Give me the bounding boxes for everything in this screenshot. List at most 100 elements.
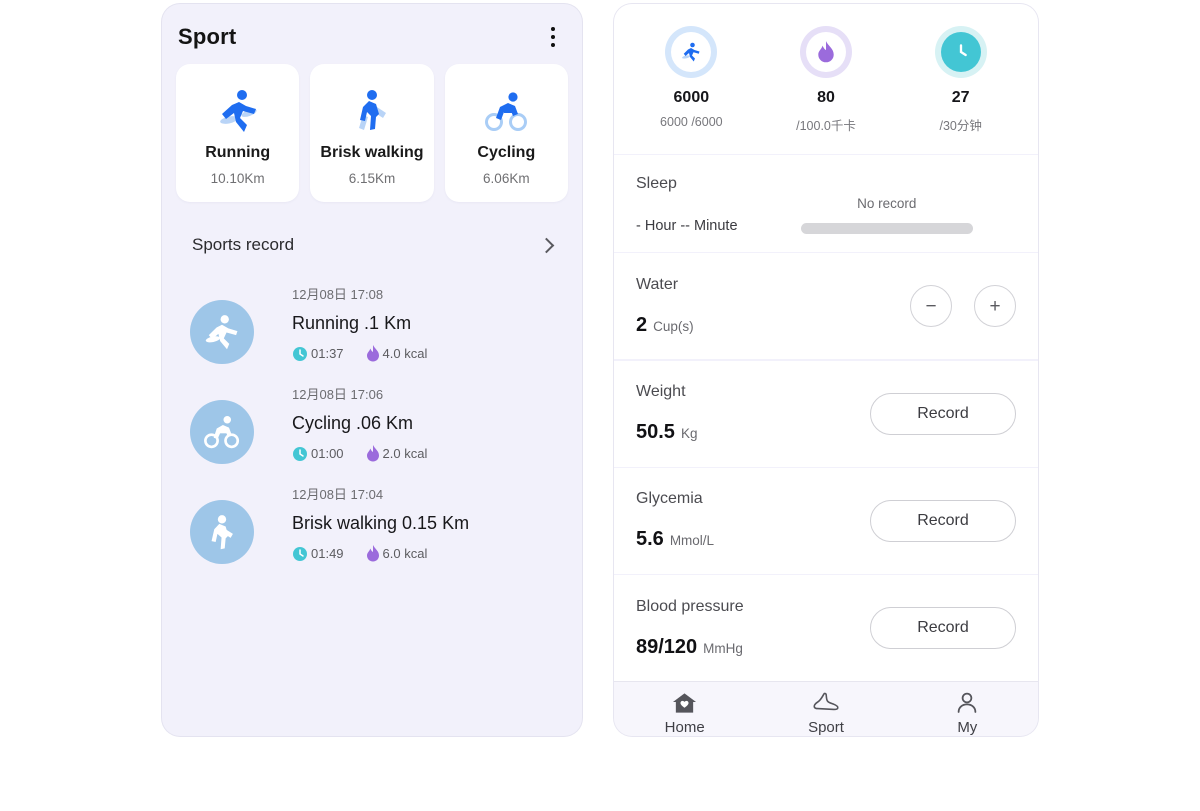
sport-card-distance: 6.06Km [483,171,530,186]
glycemia-unit: Mmol/L [669,533,715,549]
metric-duration[interactable]: 27 /30分钟 [893,26,1028,134]
metric-calories[interactable]: 80 /100.0千卡 [759,26,894,134]
list-item[interactable]: 12月08日 17:06 Cycling .06 Km 01:00 2.0 kc… [162,373,582,473]
metric-sub: /100.0千卡 [796,119,856,133]
blood-pressure-value: 89/120 [636,635,698,658]
record-title: Running .1 Km [292,313,412,333]
daily-metrics-card: 6000 6000 /6000 80 /100.0千卡 27 /30分钟 [614,4,1038,154]
running-icon [205,315,238,350]
page-title: Sport [178,24,237,49]
sports-record-list: 12月08日 17:08 Running .1 Km 01:37 4.0 kca… [162,255,582,573]
sport-panel: Sport Running 10.10Km Brisk walking 6.15… [162,4,582,736]
avatar [190,400,254,464]
clock-icon [293,546,307,561]
running-icon [216,84,260,138]
clock-icon [293,446,307,461]
sport-card-name: Running [205,144,271,161]
kebab-dot [551,27,555,31]
screenshot-root: Sport Running 10.10Km Brisk walking 6.15… [0,0,1200,811]
sport-card-distance: 6.15Km [348,171,396,186]
water-value-line: 2 Cup(s) [636,314,694,337]
sleep-label: Sleep [636,175,677,193]
flame-icon [366,545,379,562]
clock-icon [293,346,307,361]
metric-sub: 6000 /6000 [660,115,723,129]
avatar [190,300,254,364]
record-body: 12月08日 17:06 Cycling .06 Km 01:00 2.0 kc… [254,382,427,462]
sport-card-brisk-walking[interactable]: Brisk walking 6.15Km [310,64,434,202]
record-duration-text: 01:37 [311,346,344,362]
tab-home-label: Home [664,719,705,736]
record-body: 12月08日 17:04 Brisk walking 0.15 Km 01:49 [254,482,469,562]
water-decrease-button[interactable]: − [910,285,952,328]
walking-icon [211,515,233,550]
weight-card: Weight 50.5 Kg Record [614,360,1038,467]
water-stepper: − + [910,285,1016,328]
cycling-icon [204,415,240,449]
sleep-card[interactable]: Sleep - Hour -- Minute No record [614,155,1038,253]
record-duration-text: 01:49 [311,546,344,562]
blood-pressure-left: Blood pressure 89/120 MmHg [636,598,744,659]
calories-ring [800,26,852,78]
glycemia-record-button[interactable]: Record [870,499,1016,542]
kebab-dot [551,43,555,47]
metric-steps[interactable]: 6000 6000 /6000 [624,26,759,134]
person-icon [955,689,979,717]
record-calories: 2.0 kcal [366,445,428,462]
flame-icon [366,445,379,462]
kebab-menu-icon[interactable] [542,22,564,52]
record-stats: 01:37 4.0 kcal [292,345,427,362]
blood-pressure-record-button[interactable]: Record [870,607,1016,650]
sport-card-name: Brisk walking [320,144,424,161]
list-item[interactable]: 12月08日 17:08 Running .1 Km 01:37 4.0 kca… [162,273,582,373]
sport-card-cycling[interactable]: Cycling 6.06Km [444,64,568,202]
record-body: 12月08日 17:08 Running .1 Km 01:37 4.0 kca… [254,282,427,362]
glycemia-value: 5.6 [636,528,664,551]
metric-sub: /30分钟 [939,119,982,133]
record-duration: 01:00 [292,446,344,462]
record-title: Cycling .06 Km [292,413,414,433]
record-stats: 01:00 2.0 kcal [292,445,427,462]
metric-value: 80 [817,89,835,106]
tab-sport[interactable]: Sport [755,689,896,736]
record-stats: 01:49 6.0 kcal [292,545,469,562]
sleep-duration: - Hour -- Minute [636,218,738,235]
weight-left: Weight 50.5 Kg [636,383,697,444]
list-item[interactable]: 12月08日 17:04 Brisk walking 0.15 Km 01:49 [162,473,582,573]
record-duration: 01:37 [292,346,344,362]
running-icon [682,42,700,62]
bottom-nav: Home Sport My [614,681,1038,736]
chevron-right-icon[interactable] [538,237,555,253]
blood-pressure-value-line: 89/120 MmHg [636,636,744,659]
water-value: 2 [636,313,648,336]
weight-value: 50.5 [636,421,675,444]
record-calories-text: 2.0 kcal [382,446,428,462]
record-duration: 01:49 [292,546,344,562]
sleep-right: No record [738,175,1016,235]
sport-type-cards: Running 10.10Km Brisk walking 6.15Km Cyc… [162,62,582,202]
water-card: Water 2 Cup(s) − + [614,253,1038,360]
weight-record-button[interactable]: Record [870,392,1016,435]
flame-icon [366,345,379,362]
sports-record-header[interactable]: Sports record [162,202,582,255]
water-unit: Cup(s) [653,318,694,334]
tab-my-label: My [957,719,978,736]
sport-card-running[interactable]: Running 10.10Km [176,64,300,202]
duration-ring [934,26,987,78]
weight-unit: Kg [680,426,698,442]
tab-my[interactable]: My [897,689,1038,736]
sport-panel-header: Sport [162,4,582,62]
avatar [190,500,254,564]
record-calories: 6.0 kcal [366,545,427,562]
water-label: Water [636,275,679,293]
metric-value: 27 [951,89,970,106]
record-title: Brisk walking 0.15 Km [292,513,470,533]
water-increase-button[interactable]: + [974,285,1016,328]
sleep-status: No record [857,196,917,212]
tab-sport-label: Sport [808,719,844,736]
sleep-left: Sleep - Hour -- Minute [636,175,738,234]
tab-home[interactable]: Home [614,689,755,736]
blood-pressure-unit: MmHg [703,640,743,656]
record-duration-text: 01:00 [311,446,344,462]
record-date: 12月08日 17:04 [292,487,384,502]
